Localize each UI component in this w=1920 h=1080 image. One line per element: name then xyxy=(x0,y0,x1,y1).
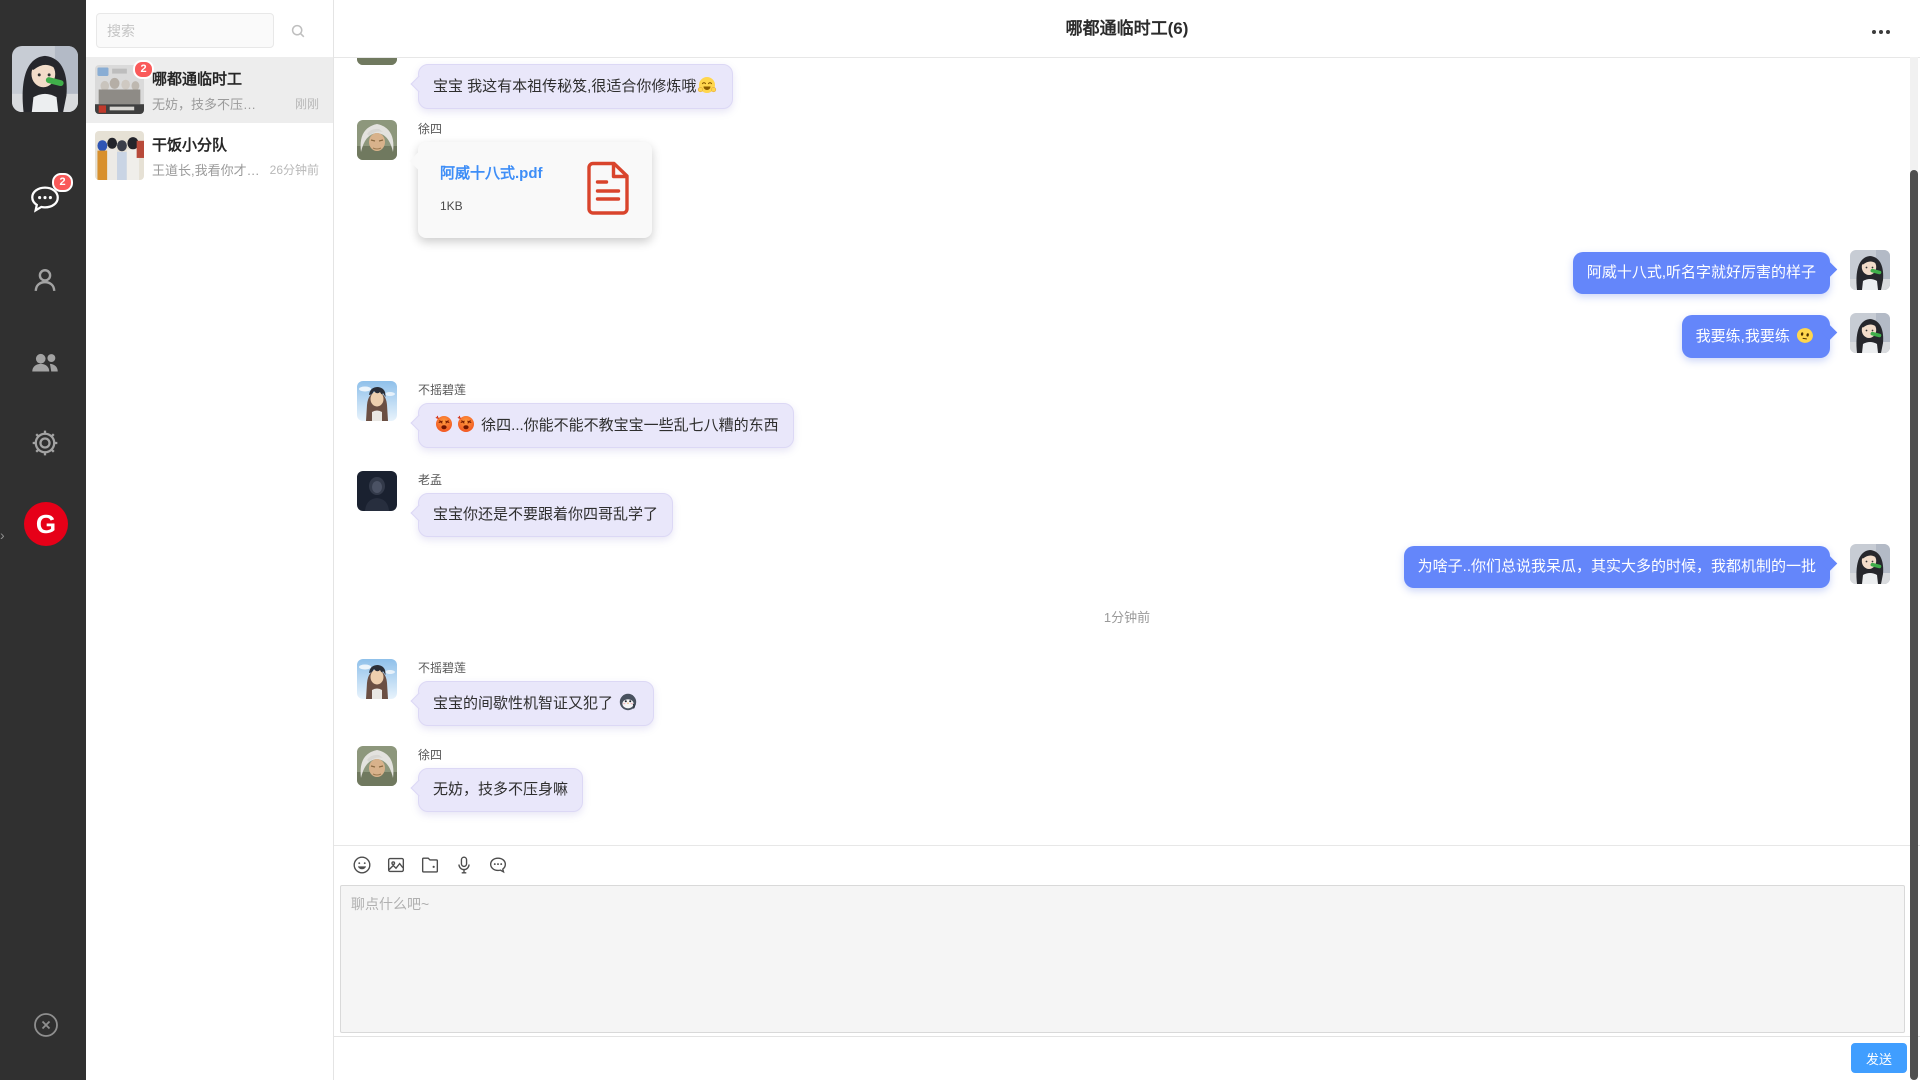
sidebar-nav-chats[interactable]: 2 xyxy=(26,180,64,218)
app-window: 2 G › 2哪都通临时工无妨，技多不压身嘛刚刚干饭小分队王道长,我看你才…26… xyxy=(0,0,1920,1080)
search-row xyxy=(86,0,333,57)
message-row-right: 为啥子..你们总说我呆瓜，其实大多的时候，我都机制的一批 xyxy=(334,546,1920,588)
message-row-left: 不摇碧莲宝宝的间歇性机智证又犯了 xyxy=(334,659,1920,726)
folder-icon[interactable] xyxy=(418,853,442,877)
conversation-header: 哪都通临时工(6) xyxy=(334,0,1920,58)
gear-icon xyxy=(28,426,62,460)
composer: 发送 xyxy=(334,845,1920,1080)
group-icon xyxy=(28,346,62,380)
avatar-self[interactable] xyxy=(1850,313,1890,353)
avatar-bu-yao-bi-lian[interactable] xyxy=(357,381,397,421)
message-row-left: 老孟宝宝你还是不要跟着你四哥乱学了 xyxy=(334,471,1920,537)
message-list: 宝宝 我这有本祖传秘笈,很适合你修炼哦徐四阿威十八式.pdf1KB阿威十八式,听… xyxy=(334,57,1920,845)
message-bubble: 我要练,我要练 xyxy=(1682,315,1830,358)
message-row-left: 徐四阿威十八式.pdf1KB xyxy=(334,120,1920,238)
sidebar-nav-contacts[interactable] xyxy=(26,262,64,300)
pdf-file-icon xyxy=(586,161,630,215)
sidebar: 2 G xyxy=(0,0,86,1080)
sidebar-nav-groups[interactable] xyxy=(26,344,64,382)
scrollbar-thumb[interactable] xyxy=(1910,170,1918,1080)
file-attachment-card[interactable]: 阿威十八式.pdf1KB xyxy=(418,142,652,238)
message-content: 不摇碧莲宝宝的间歇性机智证又犯了 xyxy=(418,659,654,726)
message-icon[interactable] xyxy=(486,853,510,877)
more-menu-icon[interactable] xyxy=(1868,26,1894,38)
message-content: 不摇碧莲 徐四...你能不能不教宝宝一些乱七八糟的东西 xyxy=(418,381,794,448)
sender-name: 徐四 xyxy=(418,746,442,762)
message-content: 老孟宝宝你还是不要跟着你四哥乱学了 xyxy=(418,471,673,537)
emoji-icon[interactable] xyxy=(350,853,374,877)
rage-face-icon xyxy=(456,414,476,434)
avatar-lao-meng[interactable] xyxy=(357,471,397,511)
avatar-self[interactable] xyxy=(1850,544,1890,584)
avatar-group-ganfan xyxy=(95,131,144,180)
message-content: 徐四无妨，技多不压身嘛 xyxy=(418,746,583,812)
close-circle-icon xyxy=(32,1011,60,1039)
message-content: 宝宝 我这有本祖传秘笈,很适合你修炼哦 xyxy=(418,64,733,109)
chat-item-title: 干饭小分队 xyxy=(152,134,227,155)
chat-item-list: 2哪都通临时工无妨，技多不压身嘛 刚刚干饭小分队王道长,我看你才… 26分钟前 xyxy=(86,57,333,189)
sender-name: 不摇碧莲 xyxy=(418,381,466,397)
message-row-left: 宝宝 我这有本祖传秘笈,很适合你修炼哦 xyxy=(334,64,1920,109)
chat-item-time: 刚刚 xyxy=(295,95,319,112)
sender-name: 老孟 xyxy=(418,471,442,487)
message-bubble: 徐四...你能不能不教宝宝一些乱七八糟的东西 xyxy=(418,403,794,448)
unread-badge: 2 xyxy=(52,173,73,192)
mic-icon[interactable] xyxy=(452,853,476,877)
sender-name: 不摇碧莲 xyxy=(418,659,466,675)
chat-item-preview: 无妨，技多不压身嘛 xyxy=(152,94,264,113)
conversation-title: 哪都通临时工(6) xyxy=(334,0,1920,57)
message-bubble: 无妨，技多不压身嘛 xyxy=(418,768,583,812)
unread-badge: 2 xyxy=(133,59,154,79)
hugging-face-icon xyxy=(697,75,717,95)
chat-item-time: 26分钟前 xyxy=(270,161,319,178)
chat-list-panel: 2哪都通临时工无妨，技多不压身嘛 刚刚干饭小分队王道长,我看你才… 26分钟前 xyxy=(86,0,334,1080)
message-bubble: 阿威十八式,听名字就好厉害的样子 xyxy=(1573,252,1830,294)
search-input[interactable] xyxy=(96,13,274,48)
sidebar-nav-settings[interactable] xyxy=(26,424,64,462)
chat-item-preview: 王道长,我看你才… xyxy=(152,160,260,179)
person-icon xyxy=(28,264,62,298)
image-icon[interactable] xyxy=(384,853,408,877)
scrollbar-track[interactable] xyxy=(1910,57,1918,1080)
chat-list-item[interactable]: 2哪都通临时工无妨，技多不压身嘛 刚刚 xyxy=(86,57,333,123)
message-bubble: 为啥子..你们总说我呆瓜，其实大多的时候，我都机制的一批 xyxy=(1404,546,1830,588)
search-button[interactable] xyxy=(276,13,320,48)
avatar-xu-si[interactable] xyxy=(357,57,397,65)
penguin-icon xyxy=(618,692,638,712)
avatar-xu-si[interactable] xyxy=(357,120,397,160)
avatar-self[interactable] xyxy=(1850,250,1890,290)
message-bubble: 宝宝你还是不要跟着你四哥乱学了 xyxy=(418,493,673,537)
message-row-right: 我要练,我要练 xyxy=(334,315,1920,358)
message-input[interactable] xyxy=(340,885,1905,1033)
avatar-xu-si[interactable] xyxy=(357,746,397,786)
composer-toolbar xyxy=(350,853,510,877)
message-bubble: 宝宝的间歇性机智证又犯了 xyxy=(418,681,654,726)
sender-name: 徐四 xyxy=(418,120,442,136)
app-logo[interactable]: G xyxy=(24,502,68,546)
collapse-handle[interactable]: › xyxy=(0,528,5,542)
melting-face-icon xyxy=(1795,325,1815,345)
conversation-panel: 哪都通临时工(6) 宝宝 我这有本祖传秘笈,很适合你修炼哦徐四阿威十八式.pdf… xyxy=(334,0,1920,1080)
message-row-right: 阿威十八式,听名字就好厉害的样子 xyxy=(334,252,1920,294)
send-row: 发送 xyxy=(334,1036,1920,1080)
logout-button[interactable] xyxy=(32,1011,60,1039)
time-divider: 1分钟前 xyxy=(334,607,1920,626)
chat-list-item[interactable]: 干饭小分队王道长,我看你才… 26分钟前 xyxy=(86,123,333,189)
search-icon xyxy=(288,21,308,41)
message-row-left: 不摇碧莲 徐四...你能不能不教宝宝一些乱七八糟的东西 xyxy=(334,381,1920,448)
message-content: 徐四阿威十八式.pdf1KB xyxy=(418,120,652,238)
message-row-left: 徐四无妨，技多不压身嘛 xyxy=(334,746,1920,812)
send-button[interactable]: 发送 xyxy=(1851,1043,1907,1073)
avatar-bu-yao-bi-lian[interactable] xyxy=(357,659,397,699)
rage-face-icon xyxy=(434,414,454,434)
chat-item-title: 哪都通临时工 xyxy=(152,68,242,89)
message-bubble: 宝宝 我这有本祖传秘笈,很适合你修炼哦 xyxy=(418,64,733,109)
